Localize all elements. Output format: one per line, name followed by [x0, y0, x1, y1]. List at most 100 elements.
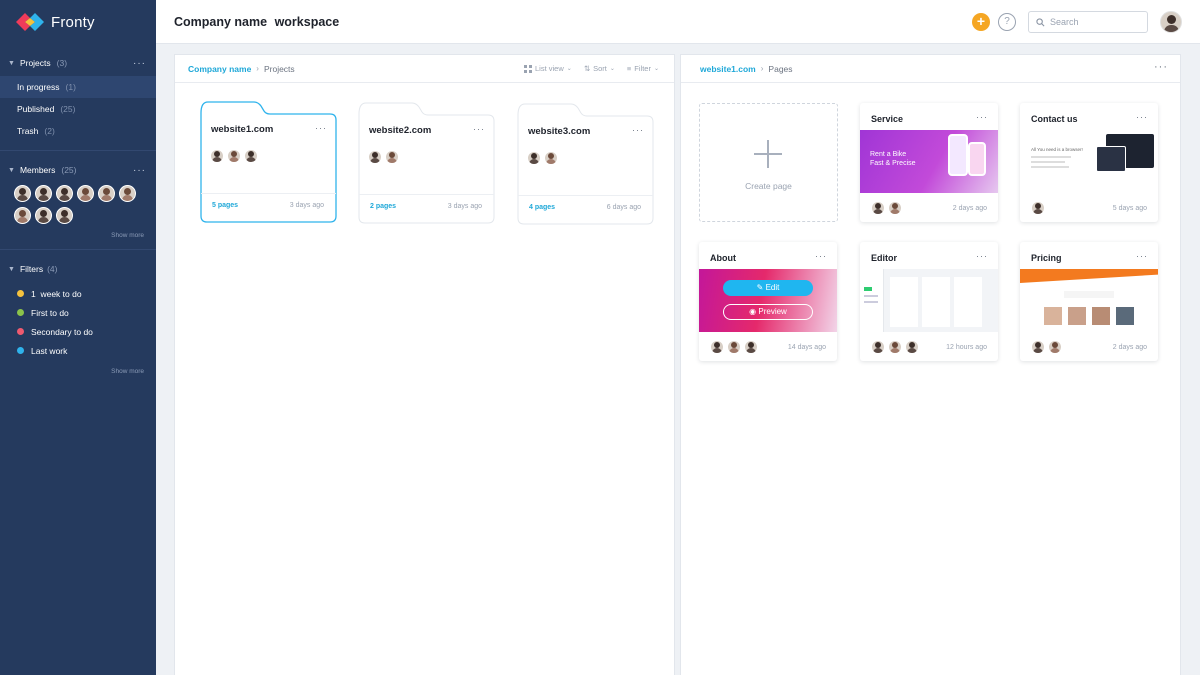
avatar[interactable]: [56, 207, 73, 224]
filter-button[interactable]: ≡ Filter ⌄: [627, 64, 659, 73]
chevron-down-icon: ⌄: [566, 66, 572, 72]
page-title: Contact us: [1031, 114, 1078, 124]
help-icon[interactable]: ?: [998, 13, 1016, 31]
more-icon[interactable]: ···: [473, 124, 485, 134]
avatar[interactable]: [35, 185, 52, 202]
avatar[interactable]: [56, 185, 73, 202]
create-page-button[interactable]: Create page: [699, 103, 838, 222]
avatar[interactable]: [98, 185, 115, 202]
folder-pages-count[interactable]: 5 pages: [212, 202, 238, 209]
avatar: [744, 340, 758, 354]
search-input[interactable]: [1050, 17, 1140, 27]
thumbnail-text: Rent a Bike Fast & Precise: [870, 151, 916, 167]
chevron-down-icon: ▼: [8, 166, 15, 174]
list-view-label: List view: [535, 64, 564, 73]
page-date: 2 days ago: [1112, 344, 1147, 351]
avatar: [1048, 340, 1062, 354]
filter-item-secondary[interactable]: Secondary to do: [0, 322, 156, 341]
breadcrumb-root[interactable]: website1.com: [700, 64, 756, 74]
page-date: 5 days ago: [1112, 205, 1147, 212]
folder-pages-count[interactable]: 4 pages: [529, 204, 555, 211]
fronty-logo-icon: [16, 13, 44, 31]
folder-title: website1.com: [211, 124, 274, 135]
avatar: [1031, 201, 1045, 215]
filter-item-first[interactable]: First to do: [0, 303, 156, 322]
more-icon[interactable]: ···: [315, 123, 327, 133]
sidebar-item-trash[interactable]: Trash (2): [0, 120, 156, 142]
user-avatar[interactable]: [1160, 11, 1182, 33]
search-box[interactable]: [1028, 11, 1148, 33]
chevron-down-icon: ▼: [8, 265, 15, 273]
filter-label: Secondary to do: [31, 326, 93, 337]
avatar[interactable]: [119, 185, 136, 202]
avatar[interactable]: [14, 207, 31, 224]
filter-item-last[interactable]: Last work: [0, 341, 156, 360]
more-icon[interactable]: ···: [632, 125, 644, 135]
sidebar: Fronty ▼ Projects (3) ··· In progress (1…: [0, 0, 156, 675]
filters-label: Filters: [19, 264, 44, 274]
eye-icon: ◉: [749, 307, 757, 316]
chevron-right-icon: ›: [256, 64, 259, 73]
avatar[interactable]: [14, 185, 31, 202]
chevron-right-icon: ›: [760, 64, 764, 73]
page-thumbnail: Rent a Bike Fast & Precise: [860, 130, 998, 193]
filter-label: 1 week to do: [31, 288, 82, 299]
more-icon[interactable]: ···: [133, 58, 146, 69]
list-view-button[interactable]: List view ⌄: [524, 64, 572, 73]
filters-section: ▼ Filters (4) 1 week to do First to do S…: [0, 250, 156, 385]
sort-button[interactable]: ⇅ Sort ⌄: [584, 64, 615, 73]
page-card[interactable]: Editor ··· 12 hours ago: [860, 242, 998, 361]
edit-button[interactable]: ✎ Edit: [723, 280, 813, 296]
brand-name: Fronty: [51, 13, 95, 31]
company-name: Company name: [174, 14, 268, 29]
folder-pages-count[interactable]: 2 pages: [370, 203, 396, 210]
filters-show-more[interactable]: Show more: [0, 360, 156, 377]
brand[interactable]: Fronty: [0, 0, 156, 44]
avatar: [727, 340, 741, 354]
project-folder-card[interactable]: website1.com ··· 5 pages 3 days ago: [200, 101, 337, 223]
project-folder-card[interactable]: website2.com ··· 2 pages 3 days ago: [358, 102, 495, 224]
more-icon[interactable]: ···: [1154, 61, 1168, 73]
members-label: Members: [19, 165, 56, 175]
breadcrumb: Company name › Projects List view ⌄ ⇅ Sor…: [175, 55, 674, 83]
filter-label: Filter: [634, 64, 651, 73]
more-icon[interactable]: ···: [133, 165, 146, 176]
avatar: [888, 201, 902, 215]
filters-header[interactable]: ▼ Filters (4): [0, 260, 156, 278]
avatar: [871, 201, 885, 215]
breadcrumb-root[interactable]: Company name: [188, 64, 251, 74]
preview-button[interactable]: ◉ Preview: [723, 304, 813, 320]
sidebar-item-in-progress[interactable]: In progress (1): [0, 76, 156, 98]
page-card[interactable]: Service ··· Rent a Bike Fast & Precise 2…: [860, 103, 998, 222]
page-card[interactable]: Pricing ··· 2 days ago: [1020, 242, 1158, 361]
more-icon[interactable]: ···: [976, 112, 988, 122]
filter-item-week[interactable]: 1 week to do: [0, 284, 156, 303]
page-card[interactable]: About ··· ✎ Edit ◉ Preview 14 days ago: [699, 242, 837, 361]
page-card[interactable]: Contact us ··· All You need is a browser…: [1020, 103, 1158, 222]
more-icon[interactable]: ···: [815, 251, 827, 261]
avatar: [210, 149, 224, 163]
avatar: [368, 150, 382, 164]
create-page-label: Create page: [745, 181, 792, 191]
more-icon[interactable]: ···: [1136, 112, 1148, 122]
sidebar-item-label: Trash: [17, 126, 39, 136]
sidebar-item-label: Published: [17, 104, 55, 114]
more-icon[interactable]: ···: [976, 251, 988, 261]
project-folder-card[interactable]: website3.com ··· 4 pages 6 days ago: [517, 103, 654, 225]
avatar[interactable]: [77, 185, 94, 202]
avatar: [871, 340, 885, 354]
more-icon[interactable]: ···: [1136, 251, 1148, 261]
projects-header[interactable]: ▼ Projects (3) ···: [0, 54, 156, 72]
add-button[interactable]: +: [972, 13, 990, 31]
folder-title: website3.com: [528, 126, 591, 137]
filters-count: (4): [47, 264, 58, 274]
members-show-more[interactable]: Show more: [0, 226, 156, 241]
chevron-down-icon: ⌄: [653, 66, 659, 72]
avatar[interactable]: [35, 207, 52, 224]
members-header[interactable]: ▼ Members (25) ···: [0, 161, 156, 179]
dot-icon: [17, 309, 24, 316]
breadcrumb-current: Pages: [768, 63, 793, 74]
avatar: [385, 150, 399, 164]
sidebar-item-count: (2): [44, 126, 55, 136]
sidebar-item-published[interactable]: Published (25): [0, 98, 156, 120]
